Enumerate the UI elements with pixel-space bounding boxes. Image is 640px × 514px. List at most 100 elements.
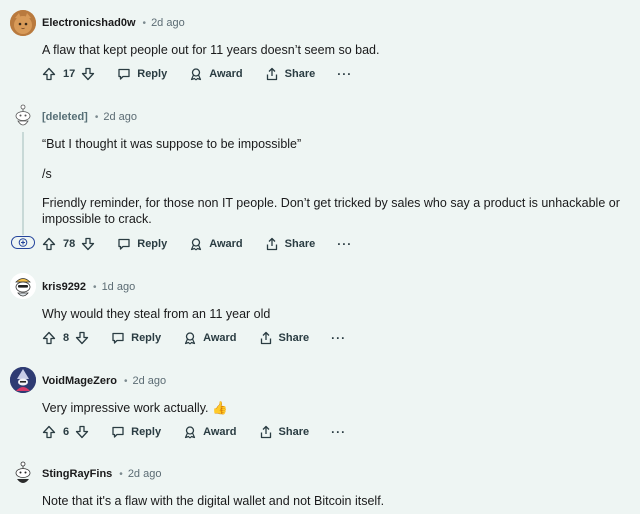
comment-meta: Electronicshad0w • 2d ago [42, 17, 185, 29]
upvote-icon [42, 237, 56, 251]
upvote-button[interactable] [42, 331, 56, 345]
author-name[interactable]: kris9292 [42, 281, 86, 293]
vote-score: 78 [63, 238, 76, 250]
avatar[interactable] [10, 273, 36, 299]
reply-icon [118, 238, 130, 250]
comment-body: Very impressive work actually. 👍 [42, 401, 228, 415]
share-button[interactable]: Share [265, 67, 316, 81]
snoo-avatar-icon [15, 104, 31, 126]
meta-separator: • [123, 375, 128, 387]
reply-button[interactable]: Reply [117, 237, 167, 251]
more-options-button[interactable]: ··· [331, 331, 346, 345]
mage-avatar-icon [10, 367, 36, 393]
share-label: Share [284, 238, 316, 250]
more-options-button[interactable]: ··· [337, 237, 352, 251]
author-name[interactable]: VoidMageZero [42, 375, 117, 387]
timestamp[interactable]: 2d ago [151, 17, 185, 29]
comment-actions: 8 Reply Award Share ··· [42, 328, 346, 348]
vote-score: 8 [63, 332, 70, 344]
avatar[interactable] [10, 10, 36, 36]
cat-avatar-icon [10, 10, 36, 36]
author-name[interactable]: StingRayFins [42, 468, 112, 480]
comment-body-line-2: /s [42, 167, 52, 181]
award-icon [191, 238, 202, 251]
comment-body-line-1: “But I thought it was suppose to be impo… [42, 137, 302, 151]
vote-score: 6 [63, 426, 70, 438]
timestamp[interactable]: 1d ago [102, 281, 136, 293]
upvote-icon [42, 425, 56, 439]
award-label: Award [203, 426, 237, 438]
upvote-button[interactable] [42, 67, 56, 81]
meta-separator: • [94, 111, 99, 123]
comment-meta: StingRayFins • 2d ago [42, 468, 161, 480]
avatar[interactable] [10, 367, 36, 393]
award-icon [191, 68, 202, 81]
avatar[interactable] [10, 103, 36, 129]
comment-body-line-3: Friendly reminder, for those non IT peop… [42, 196, 620, 226]
author-name: [deleted] [42, 111, 88, 123]
thread-line[interactable] [22, 132, 24, 235]
upvote-button[interactable] [42, 237, 56, 251]
share-icon [266, 67, 277, 81]
upvote-icon [42, 67, 56, 81]
downvote-button[interactable] [75, 425, 89, 439]
downvote-button[interactable] [81, 237, 95, 251]
meta-separator: • [119, 468, 123, 480]
award-label: Award [209, 68, 243, 80]
reply-icon [118, 68, 130, 80]
share-label: Share [278, 426, 310, 438]
comment-body: A flaw that kept people out for 11 years… [42, 43, 380, 57]
avatar[interactable] [10, 460, 36, 486]
meta-separator: • [93, 281, 97, 293]
reply-label: Reply [137, 68, 168, 80]
award-icon [184, 426, 196, 439]
downvote-icon [82, 237, 95, 251]
expand-thread-button[interactable] [11, 236, 35, 249]
share-icon [260, 331, 271, 345]
comment-actions: 6 Reply Award Share ··· [42, 422, 346, 442]
author-name[interactable]: Electronicshad0w [42, 17, 136, 29]
award-label: Award [203, 332, 237, 344]
reply-button[interactable]: Reply [111, 425, 161, 439]
comment-meta: [deleted] • 2d ago [42, 111, 137, 123]
timestamp[interactable]: 2d ago [103, 111, 137, 123]
award-button[interactable]: Award [189, 237, 243, 251]
meta-separator: • [142, 17, 147, 29]
comment-body: Why would they steal from an 11 year old [42, 307, 271, 321]
more-options-button[interactable]: ··· [331, 425, 346, 439]
share-icon [266, 237, 277, 251]
award-button[interactable]: Award [189, 67, 243, 81]
share-button[interactable]: Share [259, 425, 310, 439]
more-options-button[interactable]: ··· [337, 67, 352, 81]
reply-label: Reply [131, 426, 162, 438]
award-icon [184, 332, 196, 345]
timestamp[interactable]: 2d ago [133, 375, 167, 387]
comment-actions: 78 Reply Award Share ··· [42, 234, 352, 254]
share-button[interactable]: Share [259, 331, 310, 345]
timestamp[interactable]: 2d ago [128, 468, 162, 480]
reply-label: Reply [131, 332, 162, 344]
upvote-button[interactable] [42, 425, 56, 439]
award-button[interactable]: Award [183, 331, 237, 345]
downvote-icon [82, 67, 95, 81]
share-button[interactable]: Share [265, 237, 316, 251]
downvote-button[interactable] [75, 331, 89, 345]
downvote-icon [75, 331, 89, 345]
award-button[interactable]: Award [183, 425, 237, 439]
comment-meta: kris9292 • 1d ago [42, 281, 135, 293]
snoo-avatar-icon [15, 461, 31, 483]
reply-icon [112, 426, 124, 438]
downvote-button[interactable] [81, 67, 95, 81]
share-label: Share [278, 332, 310, 344]
snoo-avatar-icon [10, 273, 36, 299]
reply-button[interactable]: Reply [111, 331, 161, 345]
share-label: Share [284, 68, 316, 80]
downvote-icon [75, 425, 89, 439]
upvote-icon [42, 331, 56, 345]
comment-body: Note that it's a flaw with the digital w… [42, 494, 385, 508]
share-icon [260, 425, 271, 439]
reply-button[interactable]: Reply [117, 67, 167, 81]
plus-circle-icon [18, 238, 28, 247]
vote-score: 17 [63, 68, 76, 80]
comment-actions: 17 Reply Award Share ··· [42, 64, 352, 84]
